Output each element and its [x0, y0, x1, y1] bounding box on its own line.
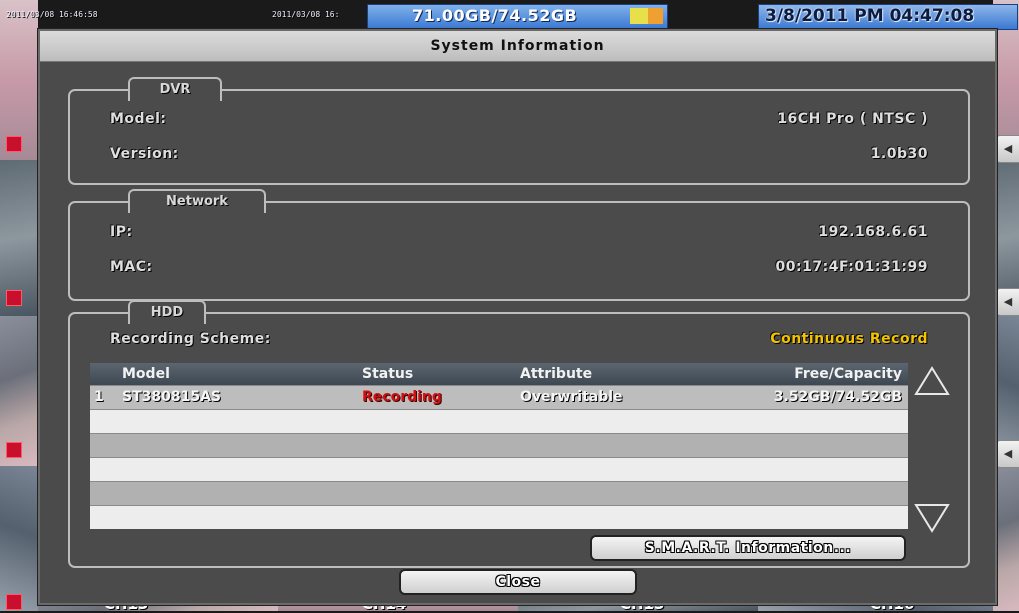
camera-record-icon [6, 442, 22, 458]
column-header-status: Status [362, 366, 414, 382]
row-attribute: Overwritable [520, 389, 623, 405]
row-status: Recording [362, 389, 442, 405]
mac-value: 00:17:4F:01:31:99 [775, 259, 928, 275]
scroll-down-arrow-icon[interactable] [914, 502, 950, 534]
dvr-group: DVR Model: 16CH Pro ( NTSC ) Version: 1.… [68, 77, 970, 185]
row-index: 1 [94, 389, 104, 405]
network-group-title: Network [128, 189, 266, 213]
smart-information-button[interactable]: S.M.A.R.T. Information... [590, 535, 906, 561]
table-row-empty[interactable] [90, 433, 908, 457]
camera-timestamp: 2011/03/08 16:46:58 [6, 10, 98, 19]
model-value: 16CH Pro ( NTSC ) [777, 111, 928, 127]
storage-meter [630, 8, 663, 24]
table-header: Model Status Attribute Free/Capacity [90, 363, 908, 385]
camera-tile [0, 466, 38, 611]
column-header-model: Model [122, 366, 170, 382]
row-free-capacity: 3.52GB/74.52GB [773, 389, 902, 405]
table-row-empty[interactable] [90, 505, 908, 529]
clock-text: 3/8/2011 PM 04:47:08 [765, 6, 975, 26]
scroll-up-arrow-icon[interactable] [914, 365, 950, 397]
table-row[interactable]: 1 ST380815AS Recording Overwritable 3.52… [90, 385, 908, 409]
camera-record-icon [6, 290, 22, 306]
camera-record-icon [6, 594, 22, 610]
date-time-display: 3/8/2011 PM 04:47:08 [758, 4, 1018, 30]
mac-label: MAC: [110, 259, 153, 275]
storage-indicator: 71.00GB/74.52GB [367, 4, 668, 30]
row-model: ST380815AS [122, 389, 221, 405]
system-information-dialog: System Information DVR Model: 16CH Pro (… [38, 29, 997, 605]
model-label: Model: [110, 111, 167, 127]
status-bar: 2011/03/08 16:46:58 2011/03/08 16: 71.00… [0, 0, 1019, 30]
version-label: Version: [110, 146, 179, 162]
speaker-icon[interactable]: ◀ [996, 440, 1019, 468]
recording-scheme-value: Continuous Record [770, 331, 928, 347]
storage-usage-text: 71.00GB/74.52GB [412, 6, 578, 25]
ip-label: IP: [110, 224, 133, 240]
speaker-icon[interactable]: ◀ [996, 135, 1019, 163]
hdd-group: HDD Recording Scheme: Continuous Record … [68, 300, 970, 568]
hdd-group-title: HDD [128, 300, 206, 324]
dialog-title: System Information [40, 31, 995, 62]
table-row-empty[interactable] [90, 409, 908, 433]
ip-value: 192.168.6.61 [818, 224, 928, 240]
version-value: 1.0b30 [870, 146, 928, 162]
camera-record-icon [6, 136, 22, 152]
table-row-empty[interactable] [90, 457, 908, 481]
column-header-free-capacity: Free/Capacity [794, 366, 902, 382]
column-header-attribute: Attribute [520, 366, 593, 382]
recording-scheme-label: Recording Scheme: [110, 331, 271, 347]
close-button[interactable]: Close [399, 569, 637, 595]
table-row-empty[interactable] [90, 481, 908, 505]
speaker-icon[interactable]: ◀ [996, 288, 1019, 316]
dvr-group-title: DVR [128, 77, 222, 101]
camera-timestamp: 2011/03/08 16: [272, 10, 340, 19]
network-group: Network IP: 192.168.6.61 MAC: 00:17:4F:0… [68, 189, 970, 301]
hdd-table: Model Status Attribute Free/Capacity 1 S… [90, 363, 908, 529]
